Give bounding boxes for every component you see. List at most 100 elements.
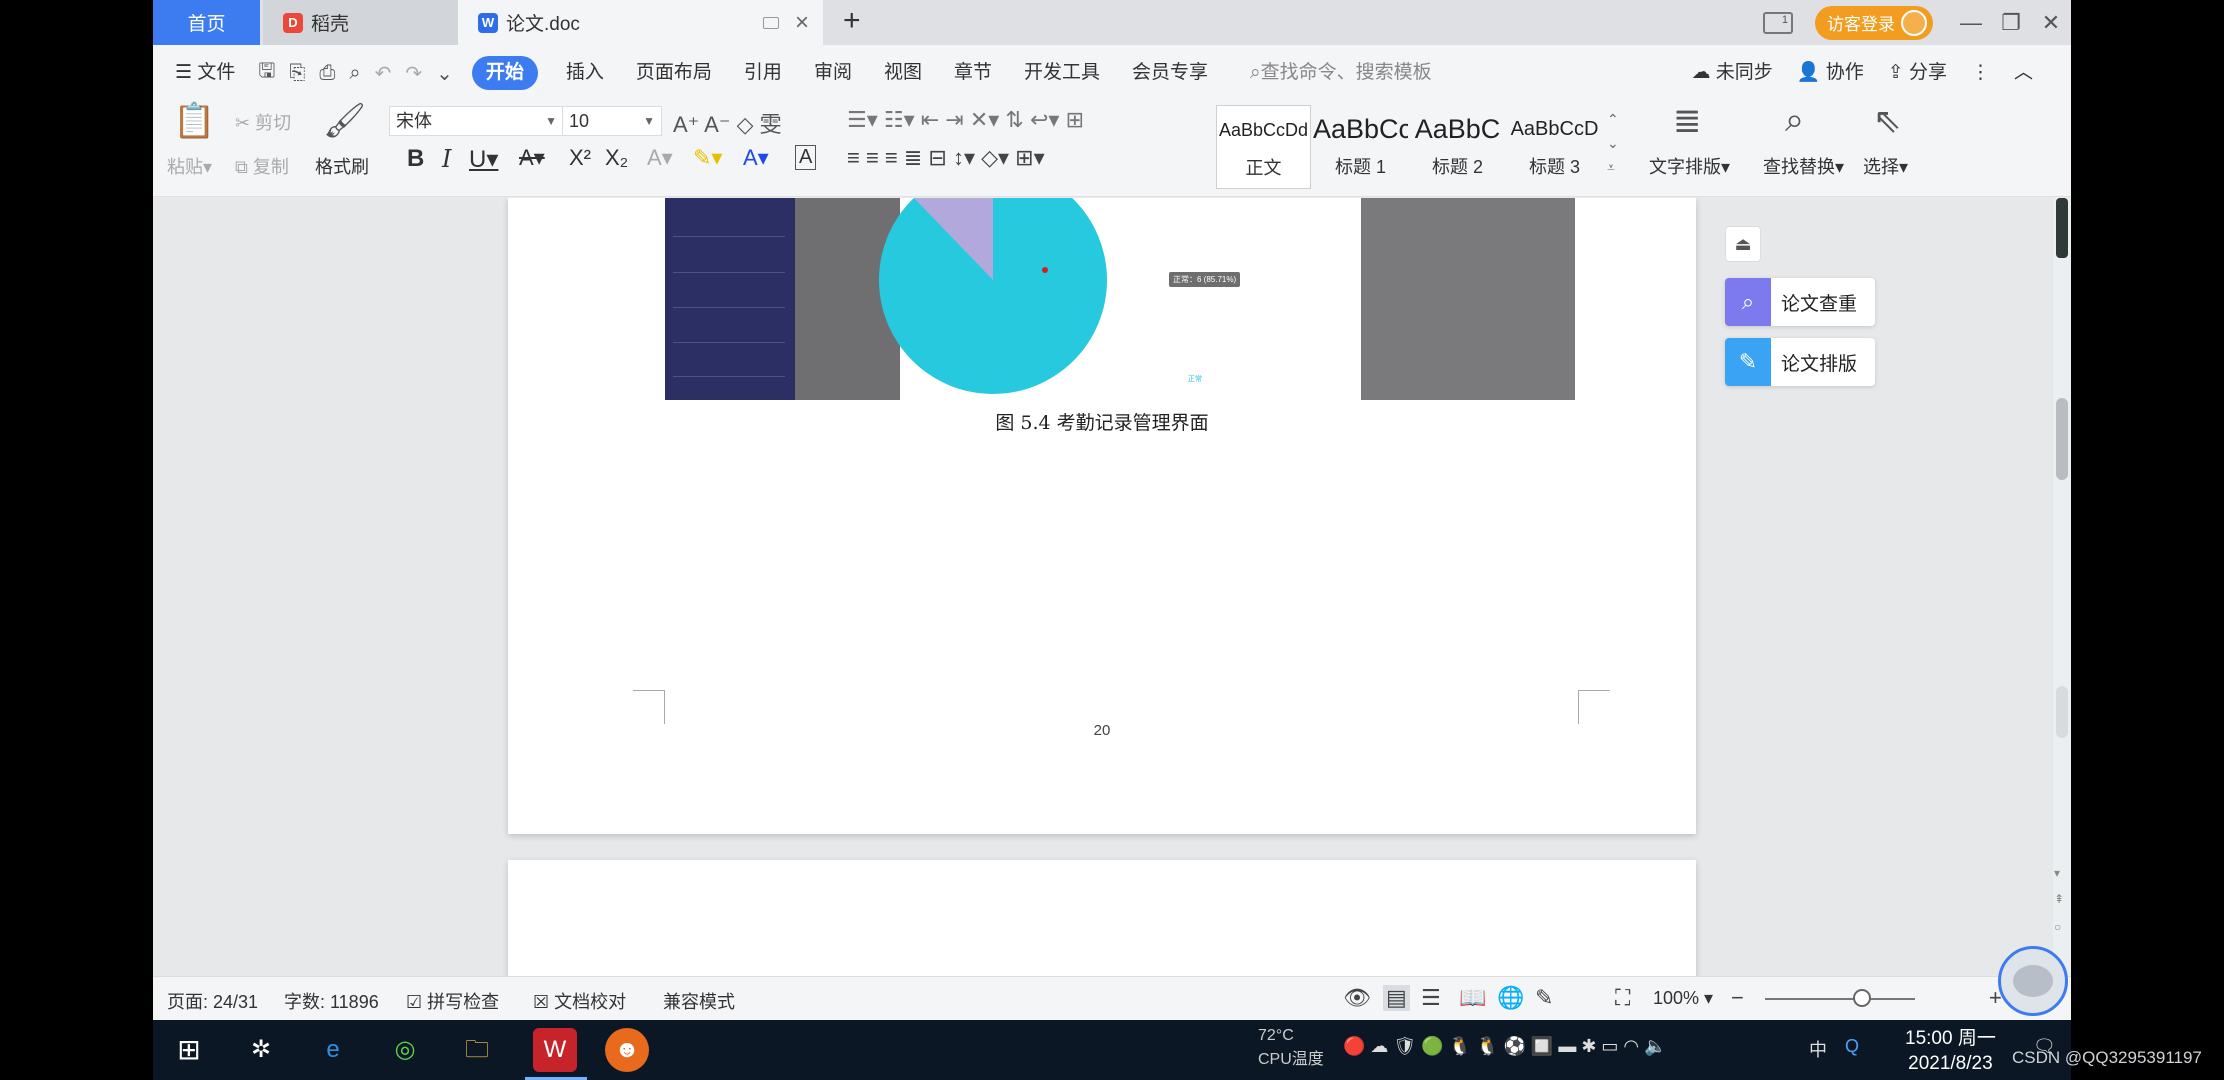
doc-proof-button[interactable]: ☒ 文档校对 (533, 988, 626, 1014)
fit-page-icon[interactable]: ⛶ (1615, 985, 1630, 1011)
menu-insert[interactable]: 插入 (550, 56, 620, 90)
scroll-thumb[interactable] (2056, 398, 2068, 480)
paste-icon[interactable]: 📋 (173, 101, 215, 141)
font-size-select[interactable]: 10 ▼ (562, 106, 662, 136)
save-icon[interactable]: 🖫 (251, 56, 282, 90)
web-view-icon[interactable]: 🌐 (1497, 985, 1524, 1011)
menu-chapter[interactable]: 章节 (938, 56, 1008, 90)
style-normal[interactable]: AaBbCcDd 正文 (1216, 105, 1311, 189)
italic-button[interactable]: I (442, 145, 451, 173)
word-count[interactable]: 字数: 11896 (284, 988, 379, 1014)
thesis-format-button[interactable]: ✎ 论文排版 (1725, 338, 1875, 386)
spell-check-toggle[interactable]: ☑ 拼写检查 (406, 988, 499, 1014)
window-count-icon[interactable]: 1 (1763, 11, 1793, 34)
redo-icon[interactable]: ↷ (398, 61, 429, 86)
menu-page-layout[interactable]: 页面布局 (620, 56, 728, 90)
style-heading-3[interactable]: AaBbCcD 标题 3 (1507, 105, 1602, 189)
media-app-icon[interactable]: ☻ (605, 1028, 649, 1072)
format-painter-icon[interactable]: 🖌 (323, 101, 366, 141)
menu-review[interactable]: 审阅 (798, 56, 868, 90)
qq-icon[interactable]: Q (1845, 1036, 1859, 1057)
zoom-level-select[interactable]: 100% ▾ (1653, 988, 1713, 1009)
zoom-out-icon[interactable]: − (1731, 985, 1744, 1011)
text-layout-button[interactable]: 文字排版▾ (1649, 153, 1730, 179)
windows-start-icon[interactable]: ⊞ (167, 1028, 211, 1072)
subscript-button[interactable]: X₂ (605, 145, 628, 171)
sync-button[interactable]: ☁ 未同步 (1680, 56, 1785, 90)
font-name-select[interactable]: 宋体 ▼ (389, 106, 564, 136)
prev-page-icon[interactable]: ⇞ (2054, 892, 2064, 906)
scroll-top-grip[interactable] (2056, 198, 2068, 258)
style-heading-2[interactable]: AaBbC 标题 2 (1410, 105, 1505, 189)
collaborate-button[interactable]: 👤 协作 (1785, 56, 1876, 90)
quick-access-dropdown-icon[interactable]: ⌄ (429, 61, 460, 86)
new-tab-button[interactable]: + (843, 4, 861, 38)
align-buttons[interactable]: ≡ ≡ ≡ ≣ ⊟ ↕▾ ◇▾ ⊞▾ (847, 145, 1045, 171)
fan-app-icon[interactable]: ✲ (239, 1028, 283, 1072)
select-cursor-icon[interactable]: ⇖ (1873, 101, 1902, 141)
find-replace-button[interactable]: 查找替换▾ (1763, 153, 1844, 179)
font-color-button[interactable]: A▾ (743, 145, 769, 171)
tab-daoke[interactable]: D 稻壳 (263, 0, 458, 45)
clock[interactable]: 15:00 周一 2021/8/23 (1905, 1026, 1996, 1076)
copy-button[interactable]: ⧉ 复制 (235, 153, 289, 179)
page-select-icon[interactable]: ○ (2054, 920, 2061, 934)
paste-button[interactable]: 粘贴▾ (167, 153, 212, 179)
document-page-next[interactable] (508, 860, 1696, 976)
side-panel-collapse-icon[interactable]: ⏏ (1725, 226, 1761, 262)
visitor-login-button[interactable]: 访客登录 (1815, 5, 1933, 40)
tab-float-icon[interactable] (763, 16, 779, 29)
menu-member[interactable]: 会员专享 (1116, 56, 1224, 90)
export-icon[interactable]: ⎘ (282, 62, 312, 85)
page-indicator[interactable]: 页面: 24/31 (167, 988, 258, 1014)
wps-taskbar-icon[interactable]: W (533, 1028, 577, 1072)
document-area[interactable]: 正常：6 (85.71%) 正常 图 5.4 考勤记录管理界面 20 ⏏ ⌕ 论… (153, 198, 2071, 976)
zoom-slider-handle[interactable] (1853, 989, 1871, 1007)
font-grow-shrink[interactable]: A⁺ A⁻ ◇ 雯 (673, 107, 782, 139)
menu-start[interactable]: 开始 (471, 56, 538, 90)
file-explorer-icon[interactable]: 🗀 (455, 1028, 499, 1072)
find-replace-icon[interactable]: ⌕ (1785, 101, 1804, 140)
style-heading-1[interactable]: AaBbCc 标题 1 (1313, 105, 1408, 189)
underline-button[interactable]: U▾ (469, 145, 498, 174)
tray-app-icons[interactable]: 🔴 ☁ 🛡 🟢 🐧 🐧 ⚽ 🔲 ▬ ✱ ▭ ◠ 🔈 (1343, 1036, 1667, 1057)
menu-file[interactable]: ☰ 文件 (153, 56, 251, 90)
print-icon[interactable]: ⎙ (312, 62, 342, 85)
outline-view-icon[interactable]: ☰ (1421, 985, 1441, 1011)
more-icon[interactable]: ⋮ (1959, 56, 2002, 90)
scroll-down-icon[interactable]: ▾ (2054, 866, 2060, 880)
undo-icon[interactable]: ↶ (368, 61, 399, 86)
browser-360-icon[interactable]: ◎ (383, 1028, 427, 1072)
char-border-button[interactable]: A (795, 145, 817, 170)
select-button[interactable]: 选择▾ (1863, 153, 1908, 179)
page-view-icon[interactable]: ▤ (1383, 985, 1410, 1011)
tab-close-icon[interactable]: × (795, 9, 809, 37)
format-painter-button[interactable]: 格式刷 (315, 153, 369, 179)
ie-browser-icon[interactable]: e (311, 1028, 355, 1072)
bold-button[interactable]: B (407, 145, 424, 173)
share-button[interactable]: ⇪ 分享 (1876, 56, 1959, 90)
zoom-slider[interactable] (1765, 998, 1915, 1000)
close-window-icon[interactable]: ✕ (2031, 10, 2071, 36)
eye-protection-icon[interactable]: 👁 (1343, 985, 1371, 1011)
read-view-icon[interactable]: 📖 (1459, 985, 1486, 1011)
minimize-icon[interactable]: — (1951, 10, 1991, 36)
cut-button[interactable]: ✂ 剪切 (235, 109, 291, 135)
tab-home[interactable]: 首页 (153, 0, 260, 45)
style-scroll-icon[interactable]: ⌃ ⌄ ⩡ (1607, 107, 1619, 179)
text-effect-button[interactable]: A▾ (647, 145, 673, 171)
write-view-icon[interactable]: ✎ (1535, 985, 1553, 1011)
strikethrough-button[interactable]: A▾ (519, 145, 545, 171)
text-layout-icon[interactable]: ≣ (1673, 101, 1702, 141)
thesis-check-button[interactable]: ⌕ 论文查重 (1725, 278, 1875, 326)
document-page[interactable]: 正常：6 (85.71%) 正常 图 5.4 考勤记录管理界面 20 (508, 198, 1696, 834)
print-preview-icon[interactable]: ⌕ (342, 62, 367, 85)
superscript-button[interactable]: X² (569, 145, 591, 171)
tab-document[interactable]: W 论文.doc × (458, 0, 823, 45)
vertical-scrollbar[interactable]: ▾ ⇞ ○ (2053, 198, 2071, 976)
menu-dev-tools[interactable]: 开发工具 (1008, 56, 1116, 90)
restore-icon[interactable]: ❐ (1991, 10, 2031, 36)
menu-view[interactable]: 视图 (868, 56, 938, 90)
menu-reference[interactable]: 引用 (728, 56, 798, 90)
ime-indicator[interactable]: 中 (1809, 1036, 1827, 1062)
